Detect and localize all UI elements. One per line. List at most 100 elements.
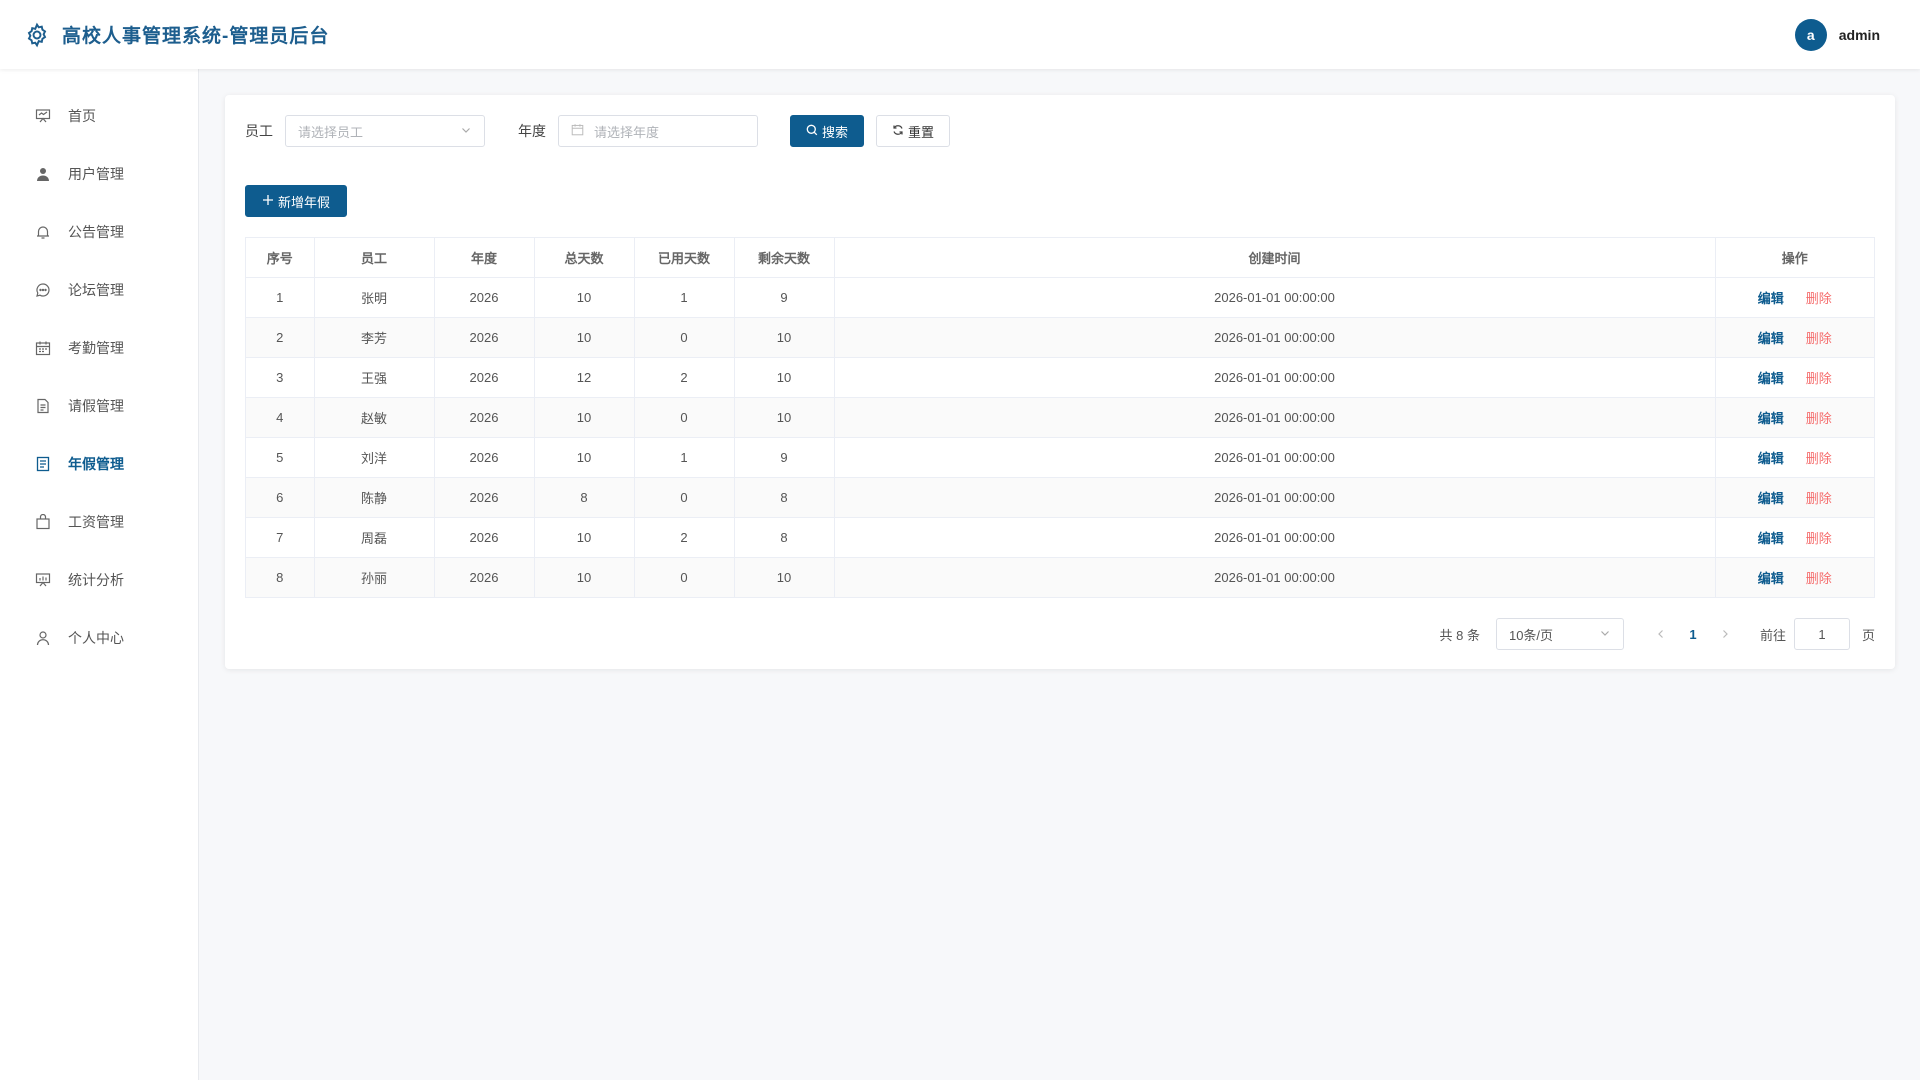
page-size-value: 10条/页 bbox=[1508, 627, 1554, 643]
edit-button[interactable]: 编辑 bbox=[1758, 531, 1784, 546]
sidebar-item-label: 个人中心 bbox=[68, 630, 124, 646]
sidebar-item-salary[interactable]: 工资管理 bbox=[0, 493, 198, 551]
row-actions: 编辑 删除 bbox=[1715, 517, 1874, 558]
table-cell: 10 bbox=[534, 557, 635, 597]
table-cell: 3 bbox=[246, 357, 315, 398]
employee-select[interactable]: 请选择员工 bbox=[285, 115, 485, 147]
year-picker[interactable]: 请选择年度 bbox=[558, 115, 758, 147]
sidebar-item-label: 统计分析 bbox=[68, 572, 124, 588]
row-actions: 编辑 删除 bbox=[1715, 277, 1874, 318]
table-cell: 12 bbox=[534, 357, 635, 398]
sidebar-item-attendance[interactable]: 考勤管理 bbox=[0, 319, 198, 377]
edit-button[interactable]: 编辑 bbox=[1758, 451, 1784, 466]
sidebar-item-users[interactable]: 用户管理 bbox=[0, 145, 198, 203]
table-cell: 0 bbox=[634, 317, 735, 358]
row-actions: 编辑 删除 bbox=[1715, 477, 1874, 518]
sidebar-item-label: 用户管理 bbox=[68, 166, 124, 182]
sidebar-item-profile[interactable]: 个人中心 bbox=[0, 609, 198, 667]
prev-page-button[interactable] bbox=[1646, 626, 1676, 642]
table-cell: 张明 bbox=[314, 277, 435, 318]
sidebar-item-label: 公告管理 bbox=[68, 224, 124, 240]
table-cell: 9 bbox=[734, 277, 835, 318]
table-cell: 10 bbox=[534, 517, 635, 558]
sidebar-item-leave[interactable]: 请假管理 bbox=[0, 377, 198, 435]
sidebar-item-annual-leave[interactable]: 年假管理 bbox=[0, 435, 198, 493]
reset-button[interactable]: 重置 bbox=[876, 115, 950, 147]
table-cell: 2026-01-01 00:00:00 bbox=[834, 317, 1716, 358]
table-cell: 2026 bbox=[434, 357, 535, 398]
sidebar-item-statistics[interactable]: 统计分析 bbox=[0, 551, 198, 609]
table-cell: 7 bbox=[246, 517, 315, 558]
briefcase-icon bbox=[34, 513, 52, 531]
edit-button[interactable]: 编辑 bbox=[1758, 331, 1784, 346]
delete-button[interactable]: 删除 bbox=[1806, 491, 1832, 506]
edit-button[interactable]: 编辑 bbox=[1758, 571, 1784, 586]
table-cell: 2026 bbox=[434, 517, 535, 558]
employee-select-placeholder: 请选择员工 bbox=[298, 124, 364, 140]
avatar[interactable]: a bbox=[1794, 18, 1827, 51]
sidebar-item-label: 考勤管理 bbox=[68, 340, 124, 356]
next-page-button[interactable] bbox=[1710, 626, 1740, 642]
delete-button[interactable]: 删除 bbox=[1806, 411, 1832, 426]
search-button[interactable]: 搜索 bbox=[790, 115, 864, 147]
table-cell: 刘洋 bbox=[314, 437, 435, 478]
column-header: 剩余天数 bbox=[734, 238, 835, 278]
sidebar-item-forum[interactable]: 论坛管理 bbox=[0, 261, 198, 319]
user-menu[interactable]: a admin bbox=[1794, 18, 1880, 51]
row-actions: 编辑 删除 bbox=[1715, 397, 1874, 438]
edit-button[interactable]: 编辑 bbox=[1758, 491, 1784, 506]
add-button-label: 新增年假 bbox=[277, 194, 330, 210]
column-header: 操作 bbox=[1715, 238, 1874, 278]
top-header: 高校人事管理系统-管理员后台 a admin bbox=[0, 0, 1920, 69]
table-row: 8 孙丽 2026 10 0 10 2026-01-01 00:00:00 编辑 删除 bbox=[246, 557, 1874, 597]
username[interactable]: admin bbox=[1839, 27, 1880, 43]
sidebar-item-home[interactable]: 首页 bbox=[0, 87, 198, 145]
column-header: 员工 bbox=[314, 238, 435, 278]
search-icon bbox=[806, 124, 818, 139]
table-cell: 8 bbox=[246, 557, 315, 597]
column-header: 已用天数 bbox=[634, 238, 735, 278]
table-cell: 2 bbox=[634, 357, 735, 398]
page-number-button[interactable]: 1 bbox=[1676, 627, 1710, 642]
edit-button[interactable]: 编辑 bbox=[1758, 291, 1784, 306]
chevron-down-icon bbox=[460, 124, 472, 139]
table-cell: 9 bbox=[734, 437, 835, 478]
table-cell: 4 bbox=[246, 397, 315, 438]
table-cell: 0 bbox=[634, 477, 735, 518]
delete-button[interactable]: 删除 bbox=[1806, 571, 1832, 586]
sidebar-item-label: 请假管理 bbox=[68, 398, 124, 414]
delete-button[interactable]: 删除 bbox=[1806, 531, 1832, 546]
edit-button[interactable]: 编辑 bbox=[1758, 411, 1784, 426]
delete-button[interactable]: 删除 bbox=[1806, 291, 1832, 306]
delete-button[interactable]: 删除 bbox=[1806, 331, 1832, 346]
table-cell: 10 bbox=[534, 437, 635, 478]
jump-page-input[interactable] bbox=[1793, 618, 1850, 650]
table-cell: 王强 bbox=[314, 357, 435, 398]
table-cell: 10 bbox=[734, 317, 835, 358]
table-row: 2 李芳 2026 10 0 10 2026-01-01 00:00:00 编辑 删除 bbox=[246, 317, 1874, 358]
sidebar-item-label: 年假管理 bbox=[68, 456, 124, 472]
table-cell: 8 bbox=[734, 477, 835, 518]
add-annual-leave-button[interactable]: 新增年假 bbox=[245, 185, 347, 217]
table-cell: 1 bbox=[634, 437, 735, 478]
sidebar-item-announcements[interactable]: 公告管理 bbox=[0, 203, 198, 261]
row-actions: 编辑 删除 bbox=[1715, 437, 1874, 478]
table-cell: 0 bbox=[634, 557, 735, 597]
page-size-select[interactable]: 10条/页 bbox=[1495, 618, 1624, 650]
edit-button[interactable]: 编辑 bbox=[1758, 371, 1784, 386]
delete-button[interactable]: 删除 bbox=[1806, 451, 1832, 466]
table-cell: 2026-01-01 00:00:00 bbox=[834, 277, 1716, 318]
column-header: 年度 bbox=[434, 238, 535, 278]
row-actions: 编辑 删除 bbox=[1715, 317, 1874, 358]
table-cell: 2026-01-01 00:00:00 bbox=[834, 437, 1716, 478]
bell-icon bbox=[34, 223, 52, 241]
chevron-down-icon bbox=[1599, 627, 1611, 642]
table-cell: 8 bbox=[734, 517, 835, 558]
chart-board-icon bbox=[34, 571, 52, 589]
brand: 高校人事管理系统-管理员后台 bbox=[24, 21, 329, 48]
table-cell: 1 bbox=[246, 277, 315, 318]
search-button-label: 搜索 bbox=[821, 124, 848, 140]
delete-button[interactable]: 删除 bbox=[1806, 371, 1832, 386]
table-cell: 5 bbox=[246, 437, 315, 478]
refresh-icon bbox=[892, 124, 904, 139]
